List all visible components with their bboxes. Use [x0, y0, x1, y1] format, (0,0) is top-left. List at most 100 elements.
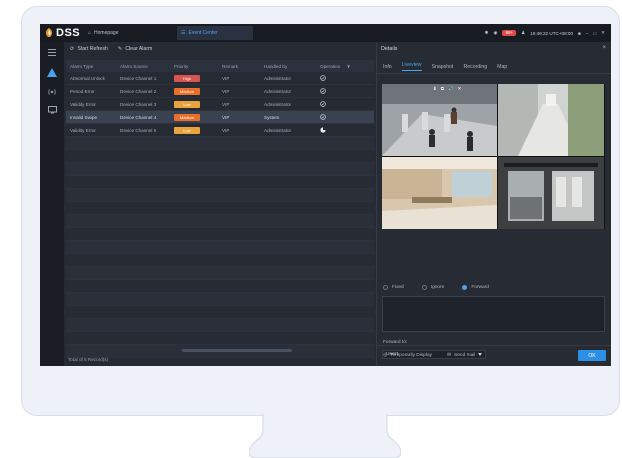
- top-bar: DSS ⌂ Homepage ☰ Event Center ✱ ◉ 99+ ♟ …: [40, 24, 611, 43]
- forward-label: Forward: [471, 285, 489, 290]
- header-operation[interactable]: Operation ▼: [320, 64, 374, 69]
- app-screen: DSS ⌂ Homepage ☰ Event Center ✱ ◉ 99+ ♟ …: [40, 24, 611, 366]
- cell-remark: VIP: [222, 114, 230, 120]
- table-row-selected[interactable]: Invalid Swipe Device Channel 4 Medium VI…: [66, 111, 374, 124]
- process-icon[interactable]: [320, 114, 326, 120]
- header-alarm-type[interactable]: Alarm Type: [66, 64, 120, 69]
- maximize-icon[interactable]: □: [593, 31, 596, 36]
- lock-icon[interactable]: ■: [578, 31, 581, 36]
- radio-circle-selected: [462, 285, 468, 290]
- camera-3-image: [382, 157, 497, 229]
- audio-icon[interactable]: 🔊: [448, 86, 454, 92]
- status-area: ✱ ◉ 99+ ♟ 16:49:22 UTC+08:00 ■ – □ ✕: [485, 26, 605, 40]
- clear-alarm-button[interactable]: ✎ Clear Alarm: [118, 46, 152, 52]
- alarm-warning-icon[interactable]: [44, 66, 60, 78]
- priority-badge: Medium: [174, 87, 200, 95]
- camera-view-2[interactable]: [498, 84, 604, 156]
- tab-snapshot[interactable]: Snapshot: [432, 64, 454, 70]
- tab-label: Homepage: [94, 30, 119, 36]
- table-row-empty: [66, 293, 374, 306]
- cell-alarm-type: Period Error: [70, 88, 95, 94]
- tab-info[interactable]: Info: [383, 64, 392, 70]
- minimize-icon[interactable]: –: [586, 31, 589, 36]
- ignore-radio[interactable]: Ignore: [421, 285, 444, 290]
- monitor-stand: [249, 414, 401, 458]
- tab-event-center[interactable]: ☰ Event Center: [177, 26, 253, 40]
- close-details-icon[interactable]: ×: [602, 45, 606, 51]
- cell-handled-by: Administrator: [264, 101, 292, 107]
- table-row[interactable]: Validity Error Device Channel 5 Low VIP …: [66, 124, 374, 137]
- bell-icon[interactable]: ✱: [485, 30, 489, 36]
- start-refresh-label: Start Refresh: [77, 46, 108, 52]
- display-icon: ◎: [383, 353, 388, 358]
- record-count: Total of 5 Record(s): [68, 357, 109, 362]
- user-icon[interactable]: ♟: [521, 30, 525, 36]
- cell-operation: [320, 88, 374, 94]
- tab-map[interactable]: Map: [497, 64, 507, 70]
- monitor-screen-icon[interactable]: [44, 104, 60, 116]
- processing-icon[interactable]: [320, 127, 326, 133]
- table-row[interactable]: Abnormal Unlock Device Channel 1 High VI…: [66, 72, 374, 85]
- cell-alarm-source: Device Channel 1: [120, 75, 157, 81]
- close-icon[interactable]: ✕: [458, 86, 462, 92]
- camera-view-1[interactable]: ⬇ ⧉ 🔊 ✕: [382, 84, 497, 156]
- table-row-empty: [66, 332, 374, 345]
- cell-remark: VIP: [222, 88, 230, 94]
- comment-textarea[interactable]: [382, 296, 605, 332]
- camera-view-4[interactable]: [498, 157, 604, 229]
- send-mail-option[interactable]: ✉ Send mail: [447, 353, 475, 358]
- logo-text: DSS: [56, 27, 81, 39]
- filter-icon[interactable]: ▼: [346, 64, 351, 69]
- table-row-empty: [66, 267, 374, 280]
- snapshot-icon[interactable]: ⧉: [441, 86, 444, 92]
- process-icon[interactable]: [320, 101, 326, 107]
- tab-homepage[interactable]: ⌂ Homepage: [88, 26, 119, 40]
- table-row-empty: [66, 176, 374, 189]
- fixed-radio[interactable]: Fixed: [383, 285, 404, 290]
- download-icon[interactable]: ⬇: [433, 86, 437, 92]
- process-icon[interactable]: [320, 75, 326, 81]
- clock-text: 16:49:22 UTC+08:00: [530, 30, 574, 36]
- cell-alarm-type: Validity Error: [70, 127, 96, 133]
- cell-priority: Medium: [174, 87, 222, 95]
- tab-liveview[interactable]: Liveview: [401, 62, 422, 71]
- details-footer: ◎ Temporarily Display ✉ Send mail OK: [377, 345, 611, 366]
- temporarily-display-label: Temporarily Display: [390, 353, 433, 358]
- details-header: Details: [377, 42, 611, 56]
- radio-circle: [383, 285, 388, 290]
- header-priority[interactable]: Priority: [174, 64, 222, 69]
- camera-toolbar: ⬇ ⧉ 🔊 ✕: [433, 86, 461, 92]
- table-header: Alarm Type Alarm Source Priority Remark …: [66, 60, 374, 72]
- table-row[interactable]: Validity Error Device Channel 3 Low VIP …: [66, 98, 374, 111]
- cell-alarm-source: Device Channel 3: [120, 101, 157, 107]
- cell-alarm-source: Device Channel 5: [120, 127, 157, 133]
- temporarily-display-option[interactable]: ◎ Temporarily Display: [383, 353, 432, 358]
- cell-remark: VIP: [222, 75, 230, 81]
- toolbar: ⟳ Start Refresh ✎ Clear Alarm: [64, 42, 376, 56]
- menu-icon[interactable]: [44, 46, 60, 58]
- ok-button[interactable]: OK: [578, 350, 606, 361]
- header-remark[interactable]: Remark: [222, 64, 264, 69]
- priority-badge: High: [174, 74, 200, 82]
- action-radio-group: Fixed Ignore Forward: [383, 285, 489, 290]
- horizontal-scrollbar[interactable]: [182, 349, 292, 352]
- broadcast-icon[interactable]: [44, 86, 60, 98]
- process-icon[interactable]: [320, 88, 326, 94]
- forward-radio[interactable]: Forward: [462, 285, 489, 290]
- details-tabs: Info Liveview Snapshot Recording Map: [377, 60, 611, 74]
- tab-recording[interactable]: Recording: [463, 64, 487, 70]
- camera-4-image: [498, 157, 604, 229]
- alarm-count-badge[interactable]: 99+: [502, 30, 517, 36]
- table-row[interactable]: Period Error Device Channel 2 Medium VIP…: [66, 85, 374, 98]
- header-alarm-source[interactable]: Alarm Source: [120, 64, 174, 69]
- table-row-empty: [66, 215, 374, 228]
- cell-remark: VIP: [222, 127, 230, 133]
- list-icon: ☰: [181, 30, 186, 36]
- priority-badge: Low: [174, 126, 200, 134]
- alarm-icon[interactable]: ◉: [493, 30, 497, 36]
- table-row-empty: [66, 319, 374, 332]
- header-handled-by[interactable]: Handled by: [264, 64, 320, 69]
- close-icon[interactable]: ✕: [601, 30, 605, 36]
- camera-view-3[interactable]: [382, 157, 497, 229]
- start-refresh-button[interactable]: ⟳ Start Refresh: [70, 46, 108, 52]
